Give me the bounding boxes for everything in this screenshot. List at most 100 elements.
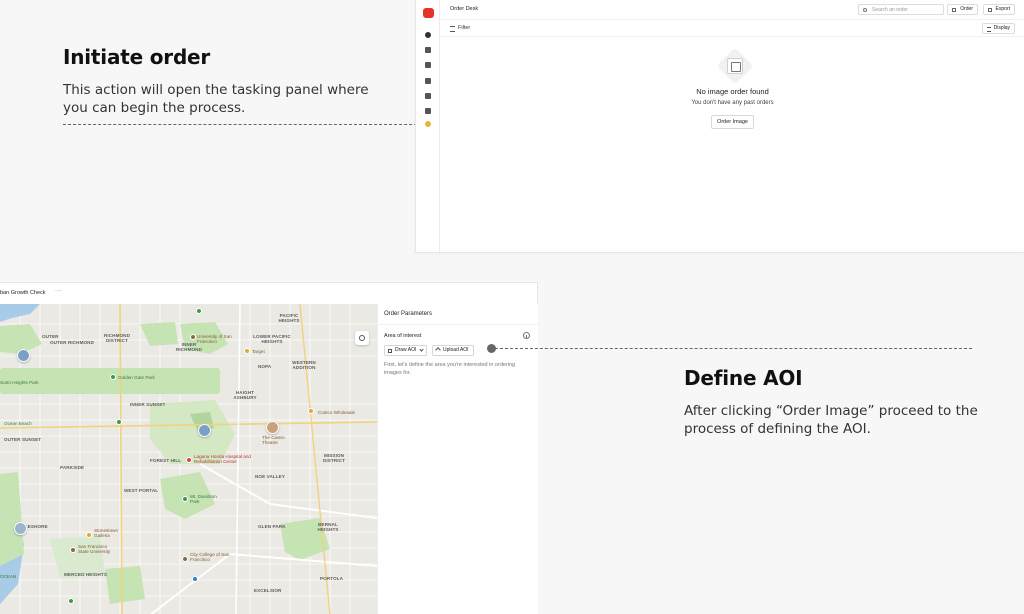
map-label: FOREST HILL xyxy=(150,458,182,463)
export-icon xyxy=(987,7,992,12)
map-label: WEST PORTAL xyxy=(124,488,159,493)
home-icon[interactable] xyxy=(425,32,431,38)
map-label: OUTER xyxy=(42,334,59,339)
hospital-pin-icon xyxy=(186,457,192,463)
app-logo-icon xyxy=(423,8,434,18)
store-icon[interactable] xyxy=(425,108,431,114)
map-label: HAIGHT ASHBURY xyxy=(233,390,257,400)
aoi-label: Area of interest xyxy=(384,333,422,339)
park-pin-icon xyxy=(182,496,188,502)
map-label: EXCELSIOR xyxy=(254,588,282,593)
search-placeholder: Search an order xyxy=(872,7,908,13)
map-label: PARKSIDE xyxy=(60,465,85,470)
upload-icon xyxy=(435,347,441,353)
map-label: NOE VALLEY xyxy=(255,474,286,479)
map-label: MISSION DISTRICT xyxy=(323,453,345,463)
upload-aoi-label: Upload AOI xyxy=(443,347,469,353)
badge-icon[interactable] xyxy=(425,121,431,127)
school-pin-icon xyxy=(190,334,196,340)
poi-label: The Castro Theatre xyxy=(262,435,285,445)
shop-pin-icon xyxy=(244,348,250,354)
draw-aoi-label: Draw AOI xyxy=(395,347,417,353)
map-label: LOWER PACIFIC HEIGHTS xyxy=(253,334,291,344)
park-pin-icon xyxy=(196,308,202,314)
search-icon xyxy=(863,7,867,12)
project-title: ban Growth Check xyxy=(0,290,46,296)
park-pin-icon xyxy=(110,374,116,380)
display-button[interactable]: Display xyxy=(981,23,1015,34)
search-input[interactable]: Search an order xyxy=(858,4,944,15)
aoi-hint: First, let's define the area you're inte… xyxy=(384,362,516,376)
draw-aoi-button[interactable]: Draw AOI xyxy=(384,345,428,356)
poi-label: Ocean Beach xyxy=(4,421,32,426)
poi-label: San Francisco State University xyxy=(78,544,111,554)
empty-state-subtitle: You don't have any past orders xyxy=(691,100,774,106)
export-button[interactable]: Export xyxy=(982,4,1015,15)
filter-button[interactable]: Filter xyxy=(450,25,470,32)
school-pin-icon xyxy=(70,547,76,553)
map-label: OUTER SUNSET xyxy=(4,437,42,442)
image-icon[interactable] xyxy=(425,62,431,68)
map-label: PACIFIC HEIGHTS xyxy=(278,313,300,323)
poi-label: Golden Gate Park xyxy=(118,375,155,380)
shop-pin-icon xyxy=(86,532,92,538)
transit-pin-icon xyxy=(192,576,198,582)
map-label: NOPA xyxy=(258,364,272,369)
connector-line xyxy=(495,348,972,349)
photo-marker-icon[interactable] xyxy=(17,349,30,362)
order-desk-window: Order Desk Search an order Order Export … xyxy=(415,0,1024,253)
poi-label: City College of San Francisco xyxy=(190,552,230,562)
poi-label: Laguna Honda Hospital and Rehabilitation… xyxy=(194,454,251,464)
poi-label: University of San Francisco xyxy=(197,334,232,344)
draw-icon xyxy=(388,348,392,353)
callout-title: Define AOI xyxy=(684,366,803,390)
flow-icon[interactable] xyxy=(425,78,431,84)
print-icon[interactable] xyxy=(425,93,431,99)
more-options-icon[interactable]: ··· xyxy=(55,288,63,294)
app-sidebar xyxy=(416,0,440,252)
map-view[interactable]: OUTER OUTER RICHMOND RICHMOND DISTRICT I… xyxy=(0,304,377,614)
shop-pin-icon xyxy=(308,408,314,414)
order-image-button[interactable]: Order Image xyxy=(711,115,754,129)
order-parameters-panel: Order Parameters Area of interest Draw A… xyxy=(377,304,538,614)
panel-header: Order Parameters xyxy=(378,304,538,325)
order-button[interactable]: Order xyxy=(947,4,978,15)
truck-icon[interactable] xyxy=(425,47,431,53)
poi-label: OCEAN xyxy=(0,574,17,579)
map-label: OUTER RICHMOND xyxy=(50,340,95,345)
map-label: BERNAL HEIGHTS xyxy=(317,522,339,532)
map-search-button[interactable] xyxy=(355,331,369,345)
callout-body: After clicking “Order Image” proceed to … xyxy=(684,403,978,437)
chevron-down-icon xyxy=(419,347,425,352)
upload-aoi-button[interactable]: Upload AOI xyxy=(432,345,474,356)
park-pin-icon xyxy=(68,598,74,604)
photo-marker-icon[interactable] xyxy=(14,522,27,535)
photo-marker-icon[interactable] xyxy=(266,421,279,434)
map-label: GLEN PARK xyxy=(258,524,286,529)
export-button-label: Export xyxy=(995,6,1010,12)
callout-title: Initiate order xyxy=(63,45,211,69)
info-icon[interactable] xyxy=(523,332,530,339)
map-label: RICHMOND DISTRICT xyxy=(103,333,131,343)
poi-label: Stonestown Galleria xyxy=(94,528,119,538)
callout-body: This action will open the tasking panel … xyxy=(63,82,369,116)
topbar: Order Desk Search an order Order Export xyxy=(440,0,1024,20)
poi-label: Sutro Heights Park xyxy=(0,380,39,385)
map-label: WESTERN ADDITION xyxy=(292,360,316,370)
poi-label: Target xyxy=(252,349,265,354)
empty-state-image-icon xyxy=(716,47,754,85)
map-label: MERCED HEIGHTS xyxy=(64,572,108,577)
photo-marker-icon[interactable] xyxy=(198,424,211,437)
page-title: Order Desk xyxy=(450,6,479,12)
order-button-label: Order xyxy=(960,6,973,12)
panel-title: Order Parameters xyxy=(384,311,433,317)
callout-define-aoi: Define AOI After clicking “Order Image” … xyxy=(684,366,984,438)
map-label: PORTOLA xyxy=(320,576,344,581)
filter-bar: Filter Display xyxy=(440,20,1024,37)
order-icon xyxy=(952,7,957,12)
tasking-window: ban Growth Check ··· OUTER OUTER RICHMON… xyxy=(0,282,538,614)
poi-label: Mt. Davidson Park xyxy=(190,494,217,504)
empty-state-title: No image order found xyxy=(696,87,769,96)
callout-initiate-order: Initiate order This action will open the… xyxy=(63,45,373,117)
map-label: INNER SUNSET xyxy=(130,402,166,407)
